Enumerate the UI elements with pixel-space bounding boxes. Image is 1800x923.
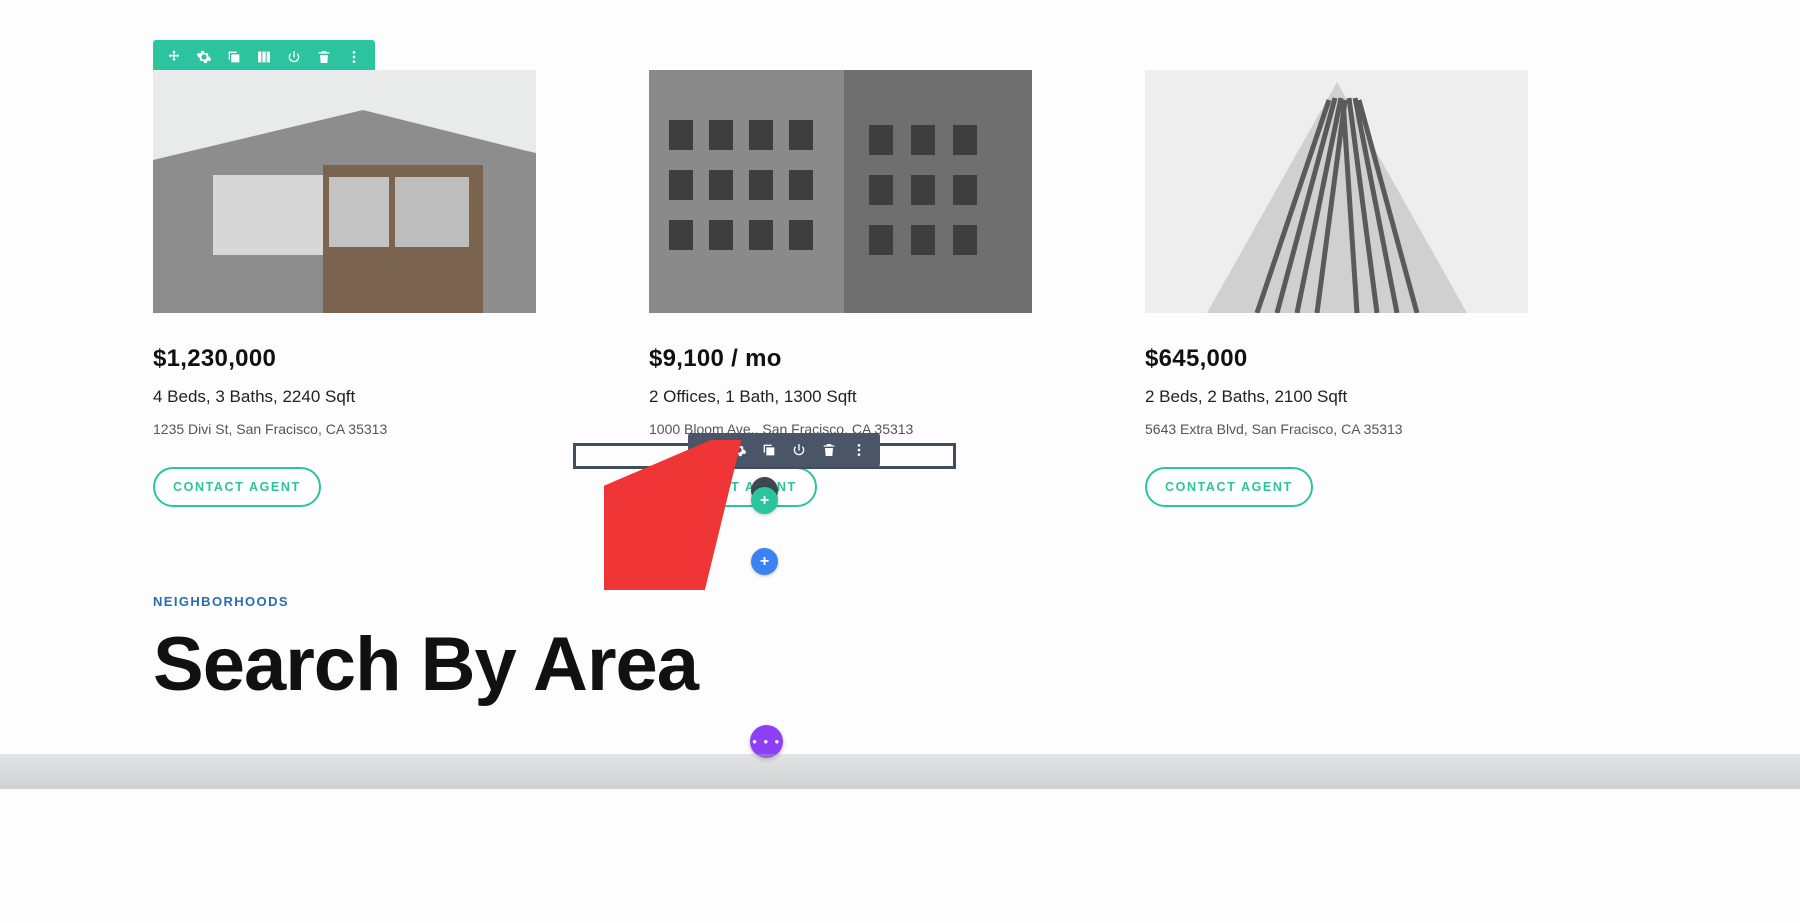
columns-icon[interactable] bbox=[253, 46, 275, 68]
listing-address: 5643 Extra Blvd, San Fracisco, CA 35313 bbox=[1145, 421, 1528, 437]
plus-icon: + bbox=[760, 493, 769, 509]
dots-icon: • • • bbox=[752, 734, 780, 749]
next-section-preview bbox=[0, 754, 1800, 789]
power-icon[interactable] bbox=[283, 46, 305, 68]
section-eyebrow: NEIGHBORHOODS bbox=[153, 594, 289, 609]
duplicate-icon[interactable] bbox=[223, 46, 245, 68]
contact-agent-button[interactable]: CONTACT AGENT bbox=[153, 467, 321, 507]
move-icon[interactable] bbox=[698, 439, 720, 461]
module-toolbar[interactable] bbox=[688, 433, 880, 467]
listing-image bbox=[1145, 70, 1528, 313]
listing-specs: 2 Offices, 1 Bath, 1300 Sqft bbox=[649, 387, 1032, 407]
power-icon[interactable] bbox=[788, 439, 810, 461]
kebab-icon[interactable] bbox=[343, 46, 365, 68]
move-icon[interactable] bbox=[163, 46, 185, 68]
add-section-button[interactable]: + bbox=[751, 548, 778, 575]
contact-agent-button[interactable]: CONTACT AGENT bbox=[649, 467, 817, 507]
gear-icon[interactable] bbox=[728, 439, 750, 461]
plus-icon: + bbox=[760, 554, 769, 570]
section-toolbar[interactable] bbox=[153, 40, 375, 74]
listing-price: $645,000 bbox=[1145, 345, 1528, 373]
listing-card: $645,000 2 Beds, 2 Baths, 2100 Sqft 5643… bbox=[1145, 70, 1528, 507]
listing-price: $1,230,000 bbox=[153, 345, 536, 373]
listing-price: $9,100 / mo bbox=[649, 345, 1032, 373]
kebab-icon[interactable] bbox=[848, 439, 870, 461]
contact-agent-button[interactable]: CONTACT AGENT bbox=[1145, 467, 1313, 507]
listing-image bbox=[153, 70, 536, 313]
listing-specs: 2 Beds, 2 Baths, 2100 Sqft bbox=[1145, 387, 1528, 407]
duplicate-icon[interactable] bbox=[758, 439, 780, 461]
trash-icon[interactable] bbox=[313, 46, 335, 68]
trash-icon[interactable] bbox=[818, 439, 840, 461]
gear-icon[interactable] bbox=[193, 46, 215, 68]
listing-address: 1235 Divi St, San Fracisco, CA 35313 bbox=[153, 421, 536, 437]
listing-specs: 4 Beds, 3 Baths, 2240 Sqft bbox=[153, 387, 536, 407]
listing-card: $1,230,000 4 Beds, 3 Baths, 2240 Sqft 12… bbox=[153, 70, 536, 507]
section-title: Search By Area bbox=[153, 625, 698, 705]
listing-image bbox=[649, 70, 1032, 313]
add-module-button[interactable]: + bbox=[751, 487, 778, 514]
